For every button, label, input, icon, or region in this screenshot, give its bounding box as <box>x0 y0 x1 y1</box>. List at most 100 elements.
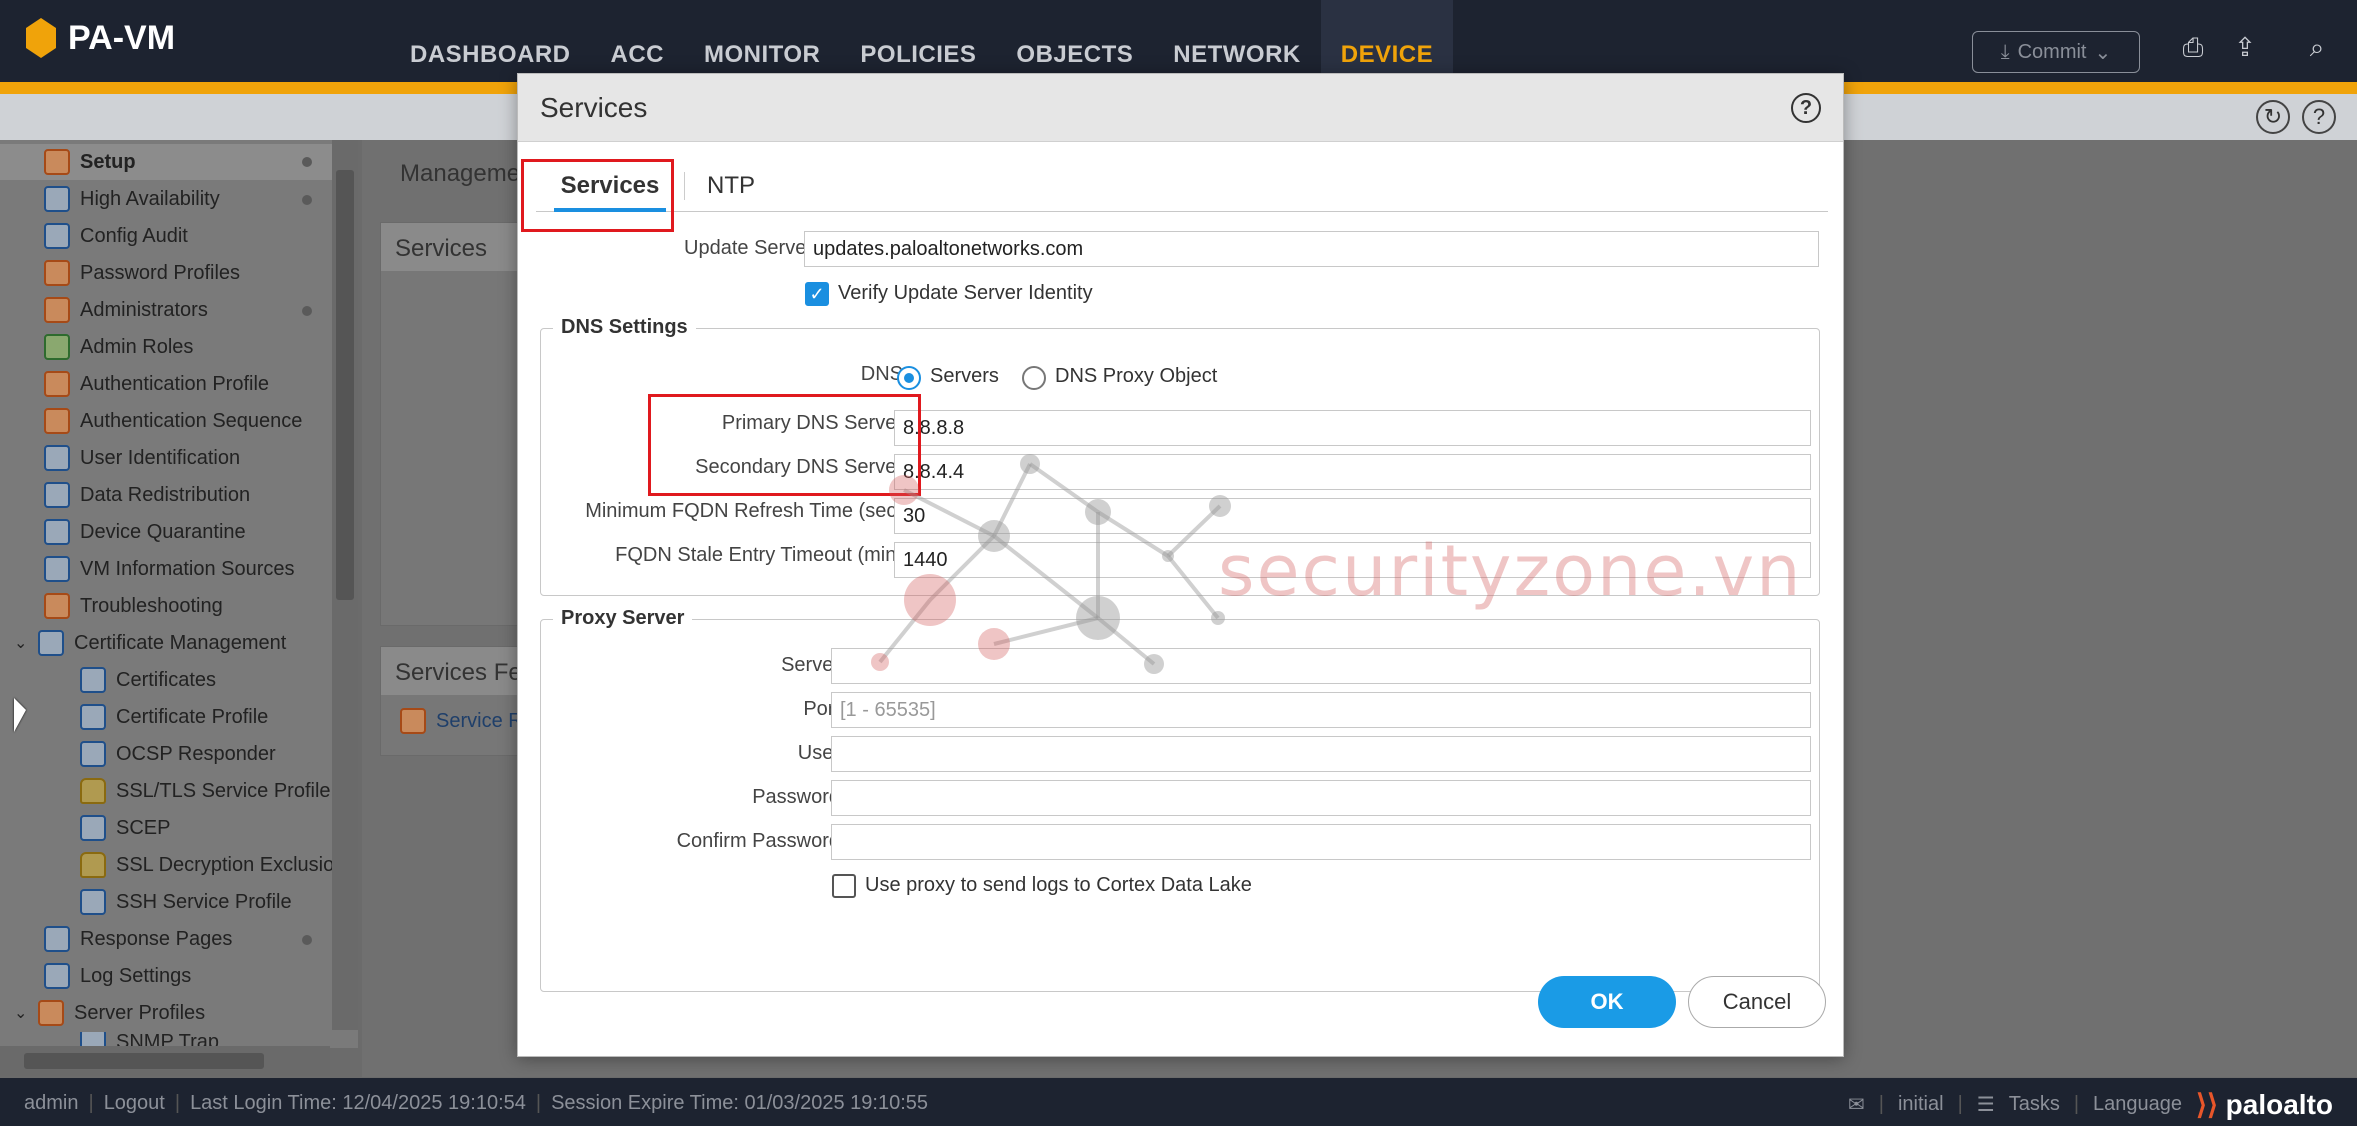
sidebar-item-server-profiles[interactable]: ⌄ Server Profiles <box>14 995 205 1031</box>
service-route-link[interactable]: Service R <box>400 708 523 734</box>
sidebar-item-ssl-tls-service-profile[interactable]: SSL/TLS Service Profile <box>80 773 331 809</box>
certificates-icon <box>80 667 106 693</box>
sidebar-item-ocsp-responder[interactable]: OCSP Responder <box>80 736 276 772</box>
nav-objects[interactable]: OBJECTS <box>996 0 1153 82</box>
use-proxy-cdl-label: Use proxy to send logs to Cortex Data La… <box>865 874 1252 896</box>
authentication-sequence-icon <box>44 408 70 434</box>
use-proxy-cdl-checkbox[interactable] <box>832 874 856 898</box>
proxy-confirm-password-input[interactable] <box>831 824 1811 860</box>
sidebar-item-label: SCEP <box>116 816 171 839</box>
sidebar-item-password-profiles[interactable]: Password Profiles <box>44 255 240 291</box>
update-server-input[interactable] <box>804 231 1819 267</box>
paloalto-logo-icon: ⟩⟩ <box>2196 1089 2226 1120</box>
sidebar-item-high-availability[interactable]: High Availability <box>44 181 220 217</box>
paloalto-logo: ⟩⟩ paloalto <box>2196 1088 2333 1121</box>
scrollbar-thumb[interactable] <box>336 170 354 600</box>
primary-dns-input[interactable] <box>894 410 1811 446</box>
sidebar-item-ssh-service-profile[interactable]: SSH Service Profile <box>80 884 292 920</box>
sidebar-item-device-quarantine[interactable]: Device Quarantine <box>44 514 246 550</box>
sidebar-item-user-identification[interactable]: User Identification <box>44 440 240 476</box>
data-redistribution-icon <box>44 482 70 508</box>
proxy-port-input[interactable] <box>831 692 1811 728</box>
scep-icon <box>80 815 106 841</box>
secondary-dns-input[interactable] <box>894 454 1811 490</box>
mouse-cursor-icon <box>14 698 26 732</box>
sidebar-item-admin-roles[interactable]: Admin Roles <box>44 329 193 365</box>
certificate-profile-icon <box>80 704 106 730</box>
help-icon[interactable]: ? <box>1791 93 1821 123</box>
sidebar-item-label: Certificate Profile <box>116 705 269 728</box>
status-separator: | <box>174 1092 181 1114</box>
nav-network[interactable]: NETWORK <box>1153 0 1320 82</box>
sidebar-item-label: Server Profiles <box>74 1001 206 1024</box>
scrollbar-thumb[interactable] <box>24 1053 264 1069</box>
main-nav: DASHBOARD ACC MONITOR POLICIES OBJECTS N… <box>390 0 1454 82</box>
logout-link[interactable]: Logout <box>104 1092 165 1115</box>
sidebar-item-troubleshooting[interactable]: Troubleshooting <box>44 588 223 624</box>
config-lock-icon[interactable]: ⎙ <box>2176 32 2210 66</box>
sidebar-item-administrators[interactable]: Administrators <box>44 292 208 328</box>
brand-name: paloalto <box>2225 1089 2333 1120</box>
upload-folder-icon[interactable]: ⇪ <box>2228 32 2262 66</box>
status-user: admin <box>24 1092 79 1114</box>
sidebar-vertical-scrollbar[interactable] <box>332 140 358 1030</box>
sidebar-item-vm-information-sources[interactable]: VM Information Sources <box>44 551 295 587</box>
status-separator: | <box>88 1092 94 1114</box>
log-settings-icon <box>44 963 70 989</box>
service-route-icon <box>400 708 426 734</box>
commit-button[interactable]: ⤓ Commit ⌄ <box>1972 31 2140 73</box>
sidebar-item-label: SSL/TLS Service Profile <box>116 779 331 802</box>
mail-icon[interactable]: ✉ <box>1848 1092 1865 1117</box>
proxy-user-input[interactable] <box>831 736 1811 772</box>
nav-dashboard[interactable]: DASHBOARD <box>390 0 591 82</box>
tab-management[interactable]: Manageme <box>400 160 520 188</box>
proxy-server-input[interactable] <box>831 648 1811 684</box>
high-availability-icon <box>44 186 70 212</box>
status-separator: | <box>2073 1093 2080 1115</box>
sidebar-horizontal-scrollbar[interactable] <box>0 1046 330 1076</box>
sidebar-item-label: Certificate Management <box>74 631 287 654</box>
status-separator: | <box>1957 1093 1963 1115</box>
chevron-down-icon[interactable]: ⌄ <box>14 1003 28 1023</box>
ssh-service-profile-icon <box>80 889 106 915</box>
sidebar-item-certificate-management[interactable]: ⌄ Certificate Management <box>14 625 286 661</box>
nav-acc[interactable]: ACC <box>591 0 685 82</box>
sidebar-item-label: Data Redistribution <box>80 483 251 506</box>
sidebar-item-label: Log Settings <box>80 964 192 987</box>
nav-device[interactable]: DEVICE <box>1320 0 1454 82</box>
proxy-server-legend: Proxy Server <box>553 607 693 630</box>
sidebar-item-data-redistribution[interactable]: Data Redistribution <box>44 477 250 513</box>
refresh-icon[interactable]: ↻ <box>2256 100 2290 134</box>
nav-policies[interactable]: POLICIES <box>840 0 996 82</box>
tasks-link[interactable]: Tasks <box>2009 1093 2060 1116</box>
dns-proxy-object-radio[interactable] <box>1022 366 1046 390</box>
nav-monitor[interactable]: MONITOR <box>684 0 840 82</box>
device-quarantine-icon <box>44 519 70 545</box>
sidebar-item-authentication-sequence[interactable]: Authentication Sequence <box>44 403 302 439</box>
sidebar-item-certificates[interactable]: Certificates <box>80 662 216 698</box>
min-fqdn-refresh-label: Minimum FQDN Refresh Time (sec) <box>585 500 903 522</box>
language-link[interactable]: Language <box>2093 1093 2182 1116</box>
status-initial[interactable]: initial <box>1898 1093 1944 1116</box>
dns-servers-radio[interactable] <box>897 366 921 390</box>
help-icon[interactable]: ? <box>2302 100 2336 134</box>
chevron-down-icon[interactable]: ⌄ <box>14 633 28 653</box>
dialog-header: Services ? <box>518 74 1843 142</box>
sidebar-item-label: Certificates <box>116 668 217 691</box>
sidebar-item-ssl-decryption-exclusion[interactable]: SSL Decryption Exclusio <box>80 847 334 883</box>
verify-identity-checkbox[interactable]: ✓ <box>805 282 829 306</box>
sidebar-item-config-audit[interactable]: Config Audit <box>44 218 188 254</box>
min-fqdn-refresh-input[interactable] <box>894 498 1811 534</box>
sidebar-item-response-pages[interactable]: Response Pages <box>44 921 232 957</box>
ok-button[interactable]: OK <box>1538 976 1676 1028</box>
sidebar-item-scep[interactable]: SCEP <box>80 810 170 846</box>
sidebar-item-log-settings[interactable]: Log Settings <box>44 958 191 994</box>
cancel-button[interactable]: Cancel <box>1688 976 1826 1028</box>
sidebar-item-authentication-profile[interactable]: Authentication Profile <box>44 366 269 402</box>
sidebar-item-certificate-profile[interactable]: Certificate Profile <box>80 699 268 735</box>
tab-ntp[interactable]: NTP <box>696 158 766 212</box>
sidebar-item-label: SSL Decryption Exclusio <box>116 853 335 876</box>
search-icon[interactable]: ⌕ <box>2300 32 2334 66</box>
sidebar-item-setup[interactable]: Setup <box>0 144 332 180</box>
proxy-password-input[interactable] <box>831 780 1811 816</box>
